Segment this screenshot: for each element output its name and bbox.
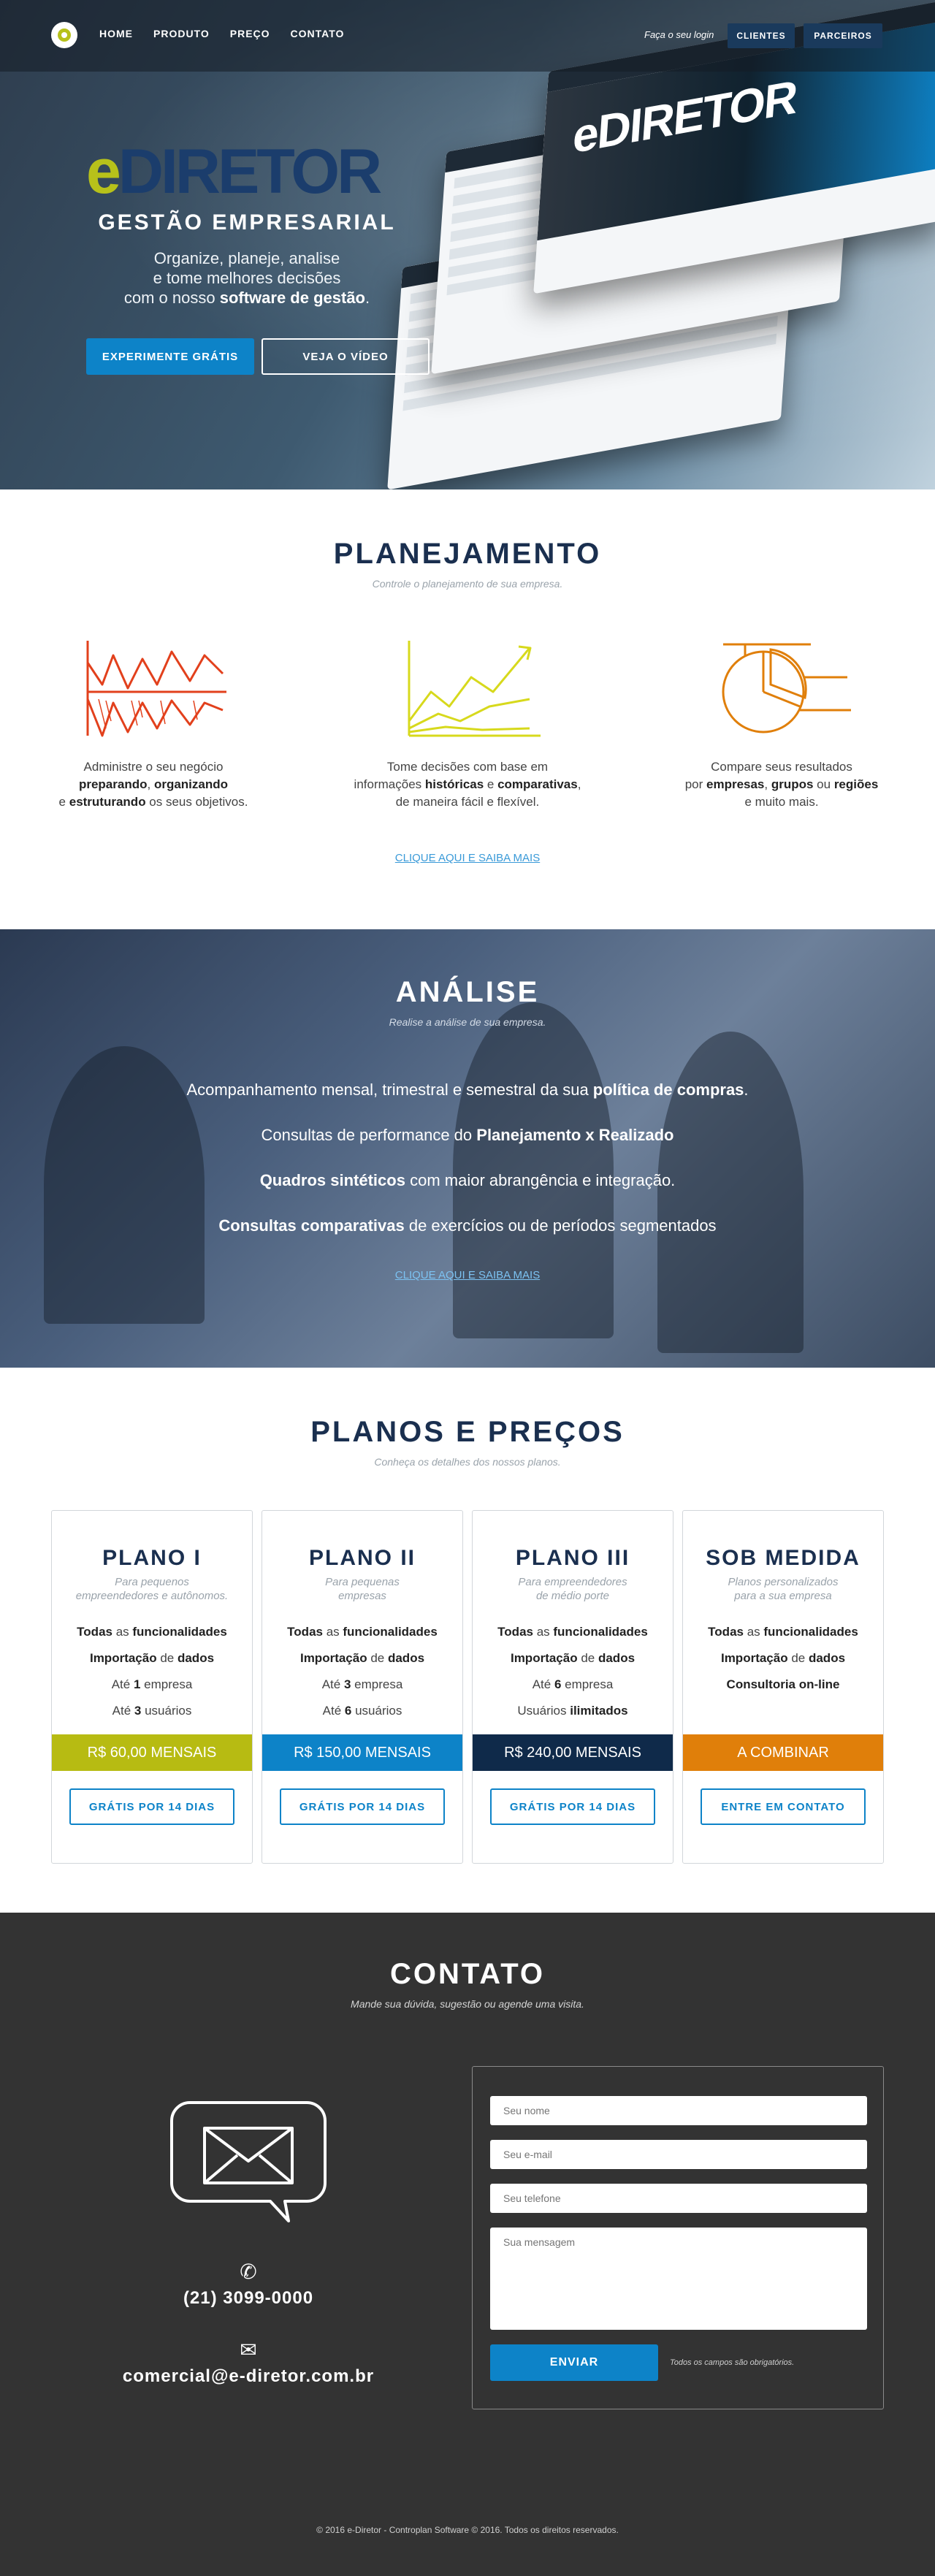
parceiros-button[interactable]: PARCEIROS xyxy=(804,23,882,48)
plan-trial-button[interactable]: GRÁTIS POR 14 DIAS xyxy=(490,1788,655,1825)
email-field[interactable] xyxy=(490,2140,867,2169)
nav-home[interactable]: HOME xyxy=(99,28,133,39)
plan-name: PLANO I xyxy=(102,1546,202,1570)
mail-bubble-icon xyxy=(170,2101,327,2222)
nav-preco[interactable]: PREÇO xyxy=(230,28,270,39)
planos-section: PLANOS E PREÇOS Conheça os detalhes dos … xyxy=(0,1368,935,1913)
send-button[interactable]: ENVIAR xyxy=(490,2344,658,2381)
section-subtitle: Conheça os detalhes dos nossos planos. xyxy=(374,1456,561,1468)
plan-features: Todas as funcionalidades Importação de d… xyxy=(287,1625,438,1718)
feature-text: Compare seus resultados por empresas, gr… xyxy=(684,760,879,809)
section-title: ANÁLISE xyxy=(395,976,540,1008)
trend-chart-yellow-icon xyxy=(408,641,541,737)
plan-price: R$ 150,00 MENSAIS xyxy=(262,1734,462,1771)
analise-section: ANÁLISE Realise a análise de sua empresa… xyxy=(0,929,935,1368)
plan-trial-button[interactable]: GRÁTIS POR 14 DIAS xyxy=(69,1788,234,1825)
analise-item: Quadros sintéticos com maior abrangência… xyxy=(259,1171,676,1189)
plan-card: PLANO III Para empreendedores de médio po… xyxy=(472,1510,673,1864)
brand-subtitle: GESTÃO EMPRESARIAL xyxy=(98,210,396,235)
plan-card: PLANO II Para pequenas empresas Todas as … xyxy=(262,1510,463,1864)
hero-buttons: EXPERIMENTE GRÁTIS VEJA O VÍDEO xyxy=(86,338,430,375)
message-field[interactable] xyxy=(490,2228,867,2330)
plan-card: SOB MEDIDA Planos personalizados para a s… xyxy=(682,1510,884,1864)
saiba-mais-link[interactable]: CLIQUE AQUI E SAIBA MAIS xyxy=(0,852,935,864)
feature-text: Administre o seu negócio preparando, org… xyxy=(58,760,248,809)
hero-copy: eDIRETOR GESTÃO EMPRESARIAL Organize, pl… xyxy=(86,139,408,308)
hero-tagline: Organize, planeje, analise e tome melhor… xyxy=(123,249,370,307)
nav-contato[interactable]: CONTATO xyxy=(291,28,345,39)
analise-item: Consultas comparativas de exercícios ou … xyxy=(218,1216,717,1235)
nav-produto[interactable]: PRODUTO xyxy=(153,28,210,39)
line-chart-red-icon xyxy=(86,641,226,737)
phone-field[interactable] xyxy=(490,2184,867,2213)
plan-description: Planos personalizados para a sua empresa xyxy=(728,1576,839,1602)
plan-features: Todas as funcionalidades Importação de d… xyxy=(77,1625,227,1718)
brand-logo: eDIRETOR xyxy=(86,137,382,207)
footer-copyright: © 2016 e-Diretor - Controplan Software ©… xyxy=(316,2525,619,2535)
top-navigation: HOME PRODUTO PREÇO CONTATO Faça o seu lo… xyxy=(0,0,935,72)
analise-item: Acompanhamento mensal, trimestral e seme… xyxy=(186,1081,749,1099)
feature-compare: Compare seus resultados por empresas, gr… xyxy=(650,633,913,811)
contact-form: ENVIAR Todos os campos são obrigatórios. xyxy=(472,2066,884,2409)
experimente-gratis-button[interactable]: EXPERIMENTE GRÁTIS xyxy=(86,338,254,375)
name-field[interactable] xyxy=(490,2096,867,2125)
section-subtitle: Realise a análise de sua empresa. xyxy=(389,1016,546,1028)
main-nav: HOME PRODUTO PREÇO CONTATO xyxy=(99,28,344,39)
section-title: PLANOS E PREÇOS xyxy=(310,1416,625,1448)
plan-trial-button[interactable]: GRÁTIS POR 14 DIAS xyxy=(280,1788,445,1825)
plan-name: SOB MEDIDA xyxy=(706,1546,860,1570)
section-title: PLANEJAMENTO xyxy=(333,538,602,570)
veja-video-button[interactable]: VEJA O VÍDEO xyxy=(262,338,430,375)
pie-chart-orange-icon xyxy=(722,643,851,733)
contact-button[interactable]: ENTRE EM CONTATO xyxy=(701,1788,866,1825)
plan-features: Todas as funcionalidades Importação de d… xyxy=(497,1625,648,1718)
analise-item: Consultas de performance do Planejamento… xyxy=(261,1126,674,1144)
feature-administre: Administre o seu negócio preparando, org… xyxy=(22,633,285,811)
plan-features: Todas as funcionalidades Importação de d… xyxy=(708,1625,858,1691)
email-address[interactable]: comercial@e-diretor.com.br xyxy=(110,2366,387,2387)
plan-price: R$ 60,00 MENSAIS xyxy=(52,1734,252,1771)
section-title: CONTATO xyxy=(389,1958,546,1990)
login-link[interactable]: Faça o seu login xyxy=(644,29,714,40)
logo-icon[interactable] xyxy=(51,22,77,48)
feature-decisoes: Tome decisões com base em informações hi… xyxy=(336,633,599,811)
dashboard-mockup-image: eDIRETOR xyxy=(387,0,935,489)
phone-icon: ✆ xyxy=(240,2260,257,2283)
plan-name: PLANO III xyxy=(515,1546,630,1570)
clientes-button[interactable]: CLIENTES xyxy=(728,23,795,48)
form-actions: ENVIAR Todos os campos são obrigatórios. xyxy=(490,2344,866,2381)
plan-price: A COMBINAR xyxy=(683,1734,883,1771)
required-note: Todos os campos são obrigatórios. xyxy=(670,2358,795,2367)
section-subtitle: Controle o planejamento de sua empresa. xyxy=(372,578,563,590)
section-subtitle: Mande sua dúvida, sugestão ou agende uma… xyxy=(351,1998,584,2010)
contato-section: CONTATO Mande sua dúvida, sugestão ou ag… xyxy=(0,1913,935,2576)
plan-card: PLANO I Para pequenos empreendedores e au… xyxy=(51,1510,253,1864)
feature-text: Tome decisões com base em informações hi… xyxy=(354,760,581,809)
plan-description: Para pequenos empreendedores e autônomos. xyxy=(75,1576,229,1602)
plan-name: PLANO II xyxy=(308,1546,416,1570)
plan-description: Para empreendedores de médio porte xyxy=(518,1576,627,1602)
envelope-icon: ✉ xyxy=(240,2339,257,2361)
phone-number[interactable]: (21) 3099-0000 xyxy=(110,2288,387,2309)
analise-list: Acompanhamento mensal, trimestral e seme… xyxy=(0,1081,935,1235)
plan-price: R$ 240,00 MENSAIS xyxy=(473,1734,673,1771)
contact-info: ✆ (21) 3099-0000 ✉ comercial@e-diretor.c… xyxy=(110,2088,387,2387)
plan-description: Para pequenas empresas xyxy=(325,1576,400,1602)
saiba-mais-link[interactable]: CLIQUE AQUI E SAIBA MAIS xyxy=(0,1269,935,1281)
hero-section: eDIRETOR HOME PRODUTO PREÇO CONTATO Faça… xyxy=(0,0,935,489)
planejamento-section: PLANEJAMENTO Controle o planejamento de … xyxy=(0,489,935,929)
